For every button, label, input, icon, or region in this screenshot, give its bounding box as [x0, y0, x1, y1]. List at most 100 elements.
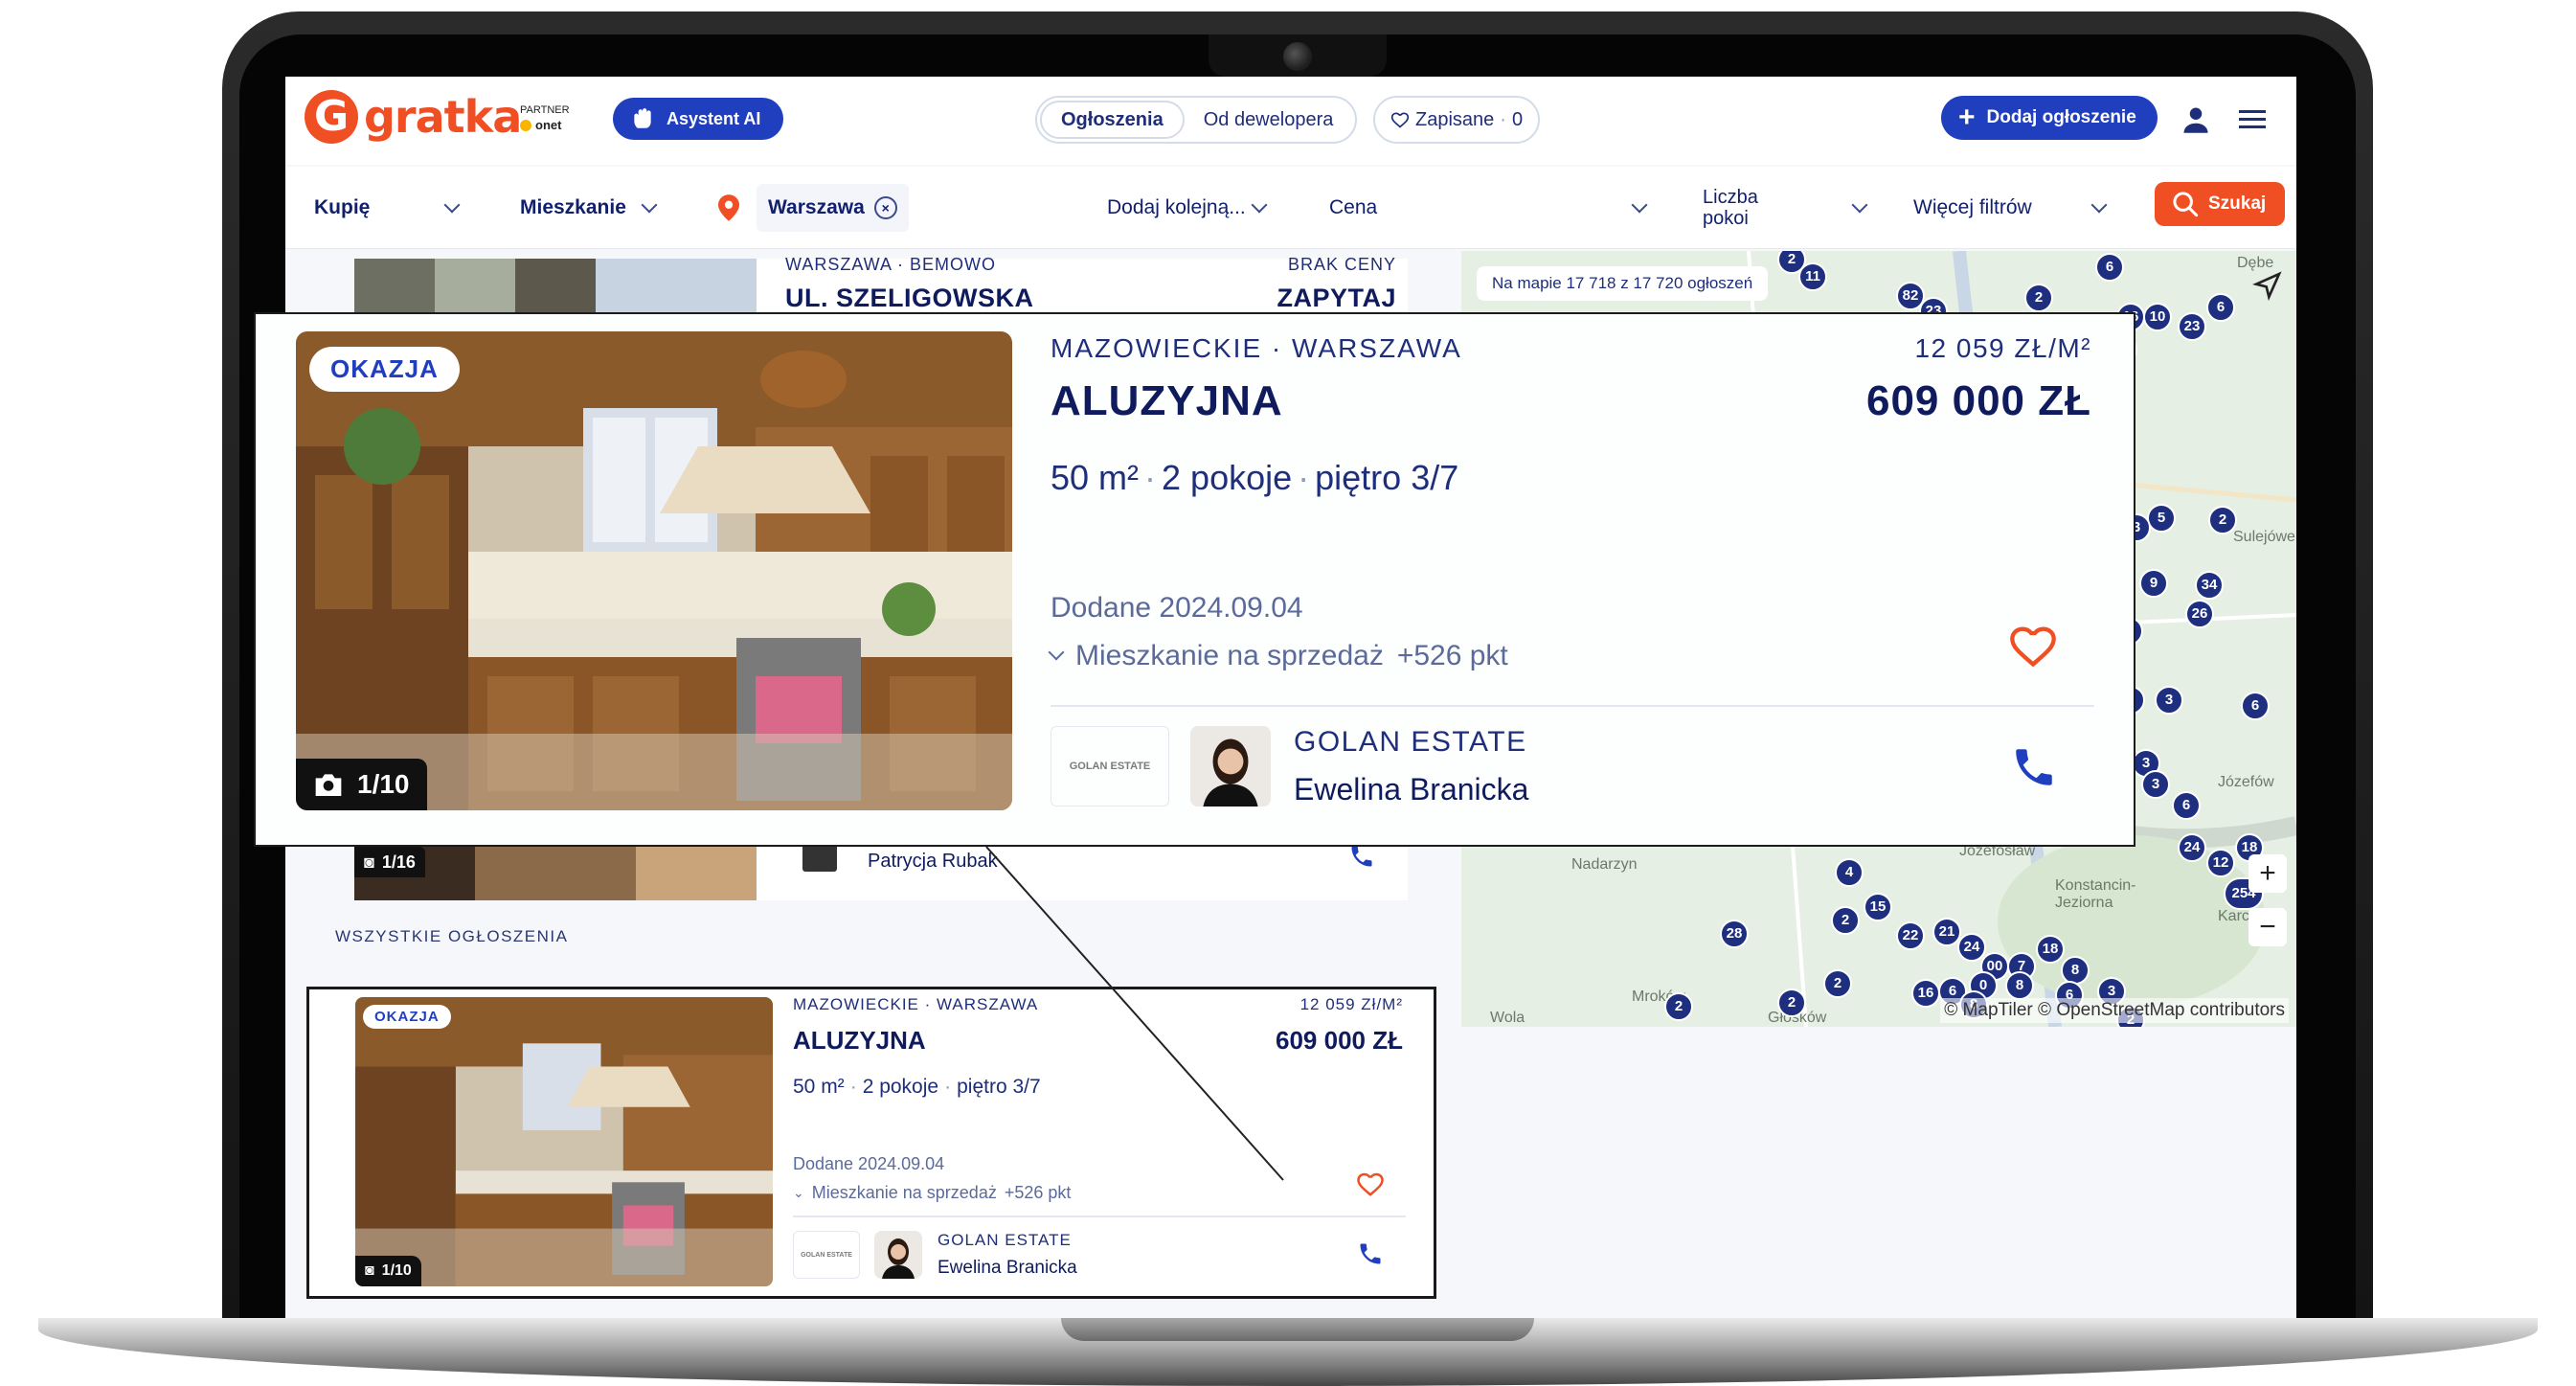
detail-floor: piętro 3/7	[957, 1076, 1041, 1098]
map-cluster-pin[interactable]: 12	[2206, 849, 2235, 877]
clear-location-icon[interactable]: ×	[873, 196, 897, 219]
chevron-down-icon	[1251, 196, 1268, 214]
map-cluster-pin[interactable]: 9	[2139, 569, 2168, 598]
listing-price-action: ZAPYTAJ	[1277, 284, 1396, 312]
listing-street: ALUZYJNA	[1051, 377, 1283, 424]
map-cluster-pin[interactable]: 6	[2172, 791, 2201, 820]
map-cluster-pin[interactable]: 5	[2147, 504, 2176, 533]
property-type-select[interactable]: Mieszkanie	[520, 167, 658, 249]
photo-count: 1/10	[357, 769, 410, 799]
map-cluster-pin[interactable]: 2	[1777, 988, 1806, 1017]
listing-region: MAZOWIECKIE · WARSZAWA	[1051, 333, 1462, 363]
listing-photo[interactable]: OKAZJA ◙ 1/10	[355, 997, 773, 1286]
map-cluster-pin[interactable]: 24	[1957, 933, 1986, 962]
map-cluster-pin[interactable]: 18	[2036, 935, 2065, 964]
map-cluster-pin[interactable]: 16	[1911, 979, 1940, 1008]
phone-icon[interactable]	[2010, 743, 2058, 791]
map-cluster-pin[interactable]: 26	[2185, 600, 2214, 628]
zoom-out-button[interactable]: −	[2248, 908, 2287, 946]
listing-zoom-popup[interactable]: OKAZJA 1/10 MAZOWIECKIE · WARSZAWA 12 05…	[254, 312, 2135, 847]
search-button[interactable]: Szukaj	[2155, 182, 2286, 226]
agent-name: Patrycja Rubak	[868, 851, 998, 872]
category-toggle[interactable]: ⌄ Mieszkanie na sprzedaż +526 pkt	[793, 1183, 1071, 1203]
listing-region: WARSZAWA · BEMOWO	[785, 255, 996, 274]
price-per-m2: 12 059 Zł/M²	[1299, 995, 1403, 1013]
map-cluster-pin[interactable]: 8	[2005, 971, 2034, 1000]
saved-button[interactable]: Zapisane · 0	[1373, 96, 1541, 144]
map-cluster-pin[interactable]: 6	[2206, 293, 2235, 322]
gratka-logo[interactable]: G gratka	[305, 90, 522, 144]
listing-photo-large[interactable]: OKAZJA 1/10	[296, 331, 1012, 810]
add-location-field[interactable]: Dodaj kolejną...	[1107, 167, 1268, 249]
tab-ogloszenia[interactable]: Ogłoszenia	[1040, 101, 1185, 139]
map-cluster-pin[interactable]: 10	[2143, 303, 2172, 331]
top-bar: G gratka PARTNER onet Asystent AI Ogłosz…	[285, 77, 2296, 165]
kitchen-photo	[355, 997, 773, 1286]
map-cluster-pin[interactable]: 23	[2178, 312, 2206, 341]
add-listing-button[interactable]: + Dodaj ogłoszenie	[1941, 96, 2158, 140]
price-select[interactable]: Cena	[1329, 167, 1648, 249]
map-place-label: Nadarzyn	[1571, 856, 1638, 873]
map-cluster-pin[interactable]: 21	[1932, 918, 1961, 946]
map-cluster-pin[interactable]: 11	[1798, 262, 1827, 291]
map-cluster-pin[interactable]: 3	[2141, 770, 2170, 799]
agent-name: Ewelina Branicka	[938, 1258, 1077, 1278]
chevron-down-icon: ⌄	[793, 1185, 804, 1200]
phone-icon[interactable]	[1348, 843, 1375, 870]
chevron-down-icon	[443, 196, 461, 214]
map-cluster-pin[interactable]: 2	[1831, 906, 1860, 935]
map-cluster-pin[interactable]: 28	[1720, 920, 1749, 948]
kitchen-photo	[296, 331, 1012, 810]
rooms-label-line2: pokoi	[1703, 208, 1749, 229]
map-cluster-pin[interactable]: 2	[1664, 992, 1693, 1021]
heart-outline-icon[interactable]	[1355, 1170, 1386, 1198]
logo-text: gratka	[364, 91, 522, 143]
hamburger-menu-icon[interactable]	[2239, 109, 2266, 135]
locate-me-icon[interactable]	[2252, 270, 2283, 301]
plus-icon: +	[1958, 102, 1976, 133]
map-cluster-pin[interactable]: 4	[1835, 858, 1864, 887]
map-cluster-pin[interactable]: 15	[1864, 893, 1892, 921]
heart-outline-icon	[1390, 112, 1410, 128]
partner-name: onet	[535, 118, 562, 132]
property-type-value: Mieszkanie	[520, 196, 626, 218]
category-toggle[interactable]: Mieszkanie na sprzedaż +526 pkt	[1048, 640, 1508, 672]
map-attribution[interactable]: © MapTiler © OpenStreetMap contributors	[1940, 998, 2289, 1023]
map-cluster-pin[interactable]: 2	[2208, 506, 2237, 534]
detail-rooms: 2 pokoje	[862, 1076, 939, 1098]
tab-od-dewelopera[interactable]: Od dewelopera	[1185, 101, 1353, 139]
location-field[interactable]: Warszawa ×	[718, 167, 909, 249]
listing-price: 609 000 ZŁ	[1865, 377, 2091, 424]
agency-logo: GOLAN ESTATE	[793, 1231, 860, 1279]
listing-card-aluzyjna[interactable]: OKAZJA ◙ 1/10 MAZOWIECKIE · WARSZAWA 12 0…	[306, 987, 1436, 1299]
map-cluster-pin[interactable]: 34	[2195, 571, 2224, 600]
rooms-select[interactable]: Liczba pokoi	[1703, 167, 1868, 249]
phone-icon[interactable]	[1357, 1240, 1384, 1267]
map-cluster-pin[interactable]: 22	[1896, 921, 1925, 950]
user-account-icon[interactable]	[2181, 105, 2210, 139]
agent-name: Ewelina Branicka	[1294, 772, 1529, 807]
transaction-select[interactable]: Kupię	[314, 167, 461, 249]
okazja-badge: OKAZJA	[309, 347, 460, 392]
heart-outline-icon[interactable]	[2006, 621, 2060, 670]
chevron-down-icon	[2090, 196, 2108, 214]
location-chip[interactable]: Warszawa ×	[757, 184, 909, 232]
map-cluster-pin[interactable]: 2	[2024, 284, 2053, 312]
saved-separator: ·	[1500, 109, 1506, 130]
divider	[793, 1216, 1406, 1217]
map-cluster-pin[interactable]: 24	[2178, 833, 2206, 862]
added-date: Dodane 2024.09.04	[793, 1154, 945, 1173]
zoom-in-button[interactable]: +	[2248, 854, 2287, 893]
listing-photo[interactable]	[354, 259, 757, 316]
map-place-label: Wola	[1490, 1010, 1525, 1026]
category-label: Mieszkanie na sprzedaż	[811, 1183, 997, 1202]
category-label: Mieszkanie na sprzedaż	[1075, 640, 1384, 671]
more-filters-select[interactable]: Więcej filtrów	[1913, 167, 2108, 249]
map-cluster-pin[interactable]: 2	[1823, 969, 1852, 998]
map-cluster-pin[interactable]: 3	[2155, 686, 2183, 715]
ai-assistant-button[interactable]: Asystent AI	[613, 98, 784, 140]
listing-details: 50 m² · 2 pokoje · piętro 3/7	[793, 1076, 1041, 1098]
map-cluster-pin[interactable]: 6	[2241, 692, 2270, 720]
location-pin-icon	[718, 194, 739, 221]
map-cluster-pin[interactable]: 6	[2095, 253, 2124, 282]
